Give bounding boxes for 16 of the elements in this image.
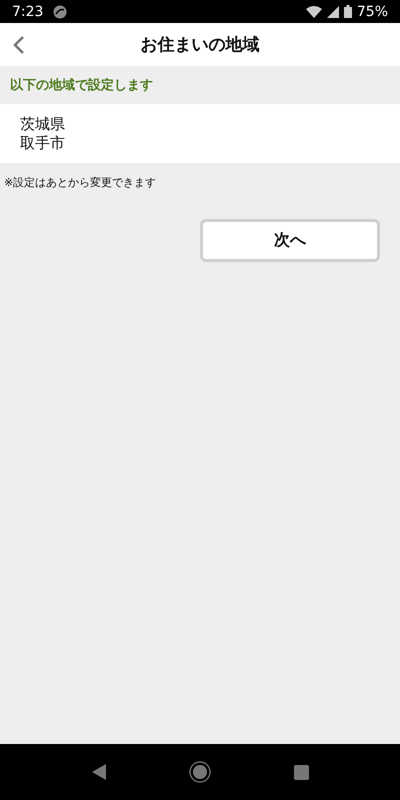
region-name: 茨城県 (20, 114, 66, 134)
page-title: お住まいの地域 (140, 34, 260, 56)
back-nav-icon[interactable] (92, 764, 106, 780)
back-icon (12, 35, 26, 55)
note-text: ※設定はあとから変更できます (4, 175, 158, 190)
home-nav-icon[interactable] (188, 761, 210, 783)
recents-nav-icon[interactable] (294, 764, 308, 780)
app-logo-icon (53, 4, 68, 18)
battery-icon (344, 5, 352, 18)
wifi-icon (306, 6, 322, 18)
section-label: 以下の地域で設定します (10, 76, 153, 94)
status-time: 7:23 (12, 4, 44, 20)
next-button[interactable]: 次へ (200, 219, 380, 262)
signal-icon (326, 6, 339, 18)
region-name: 取手市 (20, 134, 66, 152)
battery-percent: 75% (356, 4, 388, 20)
